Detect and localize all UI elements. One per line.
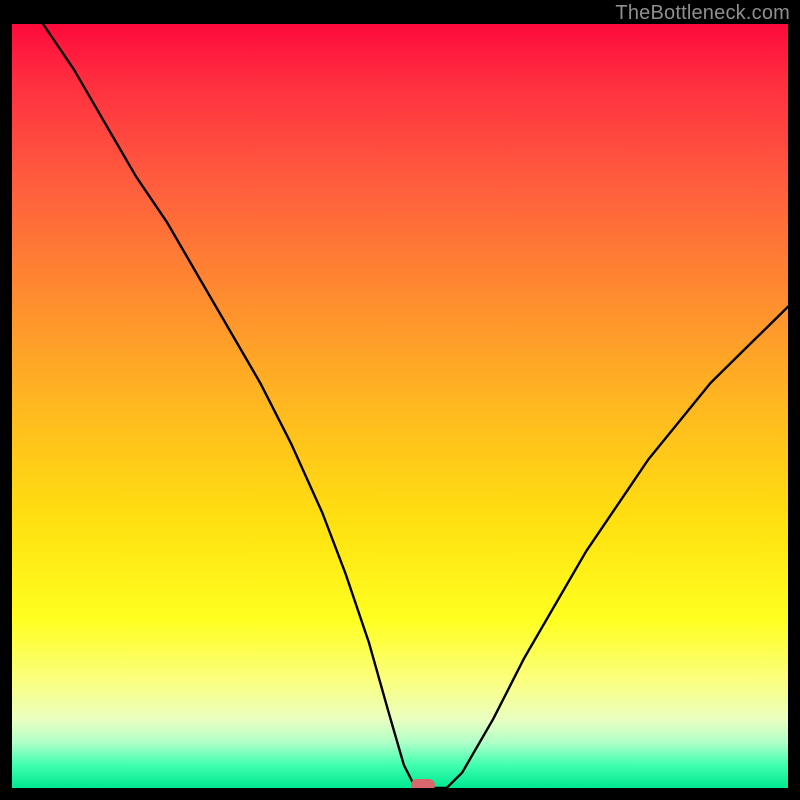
bottleneck-curve xyxy=(12,24,788,788)
plot-area xyxy=(12,24,788,788)
watermark-text: TheBottleneck.com xyxy=(615,2,790,25)
optimal-point-marker xyxy=(411,779,435,788)
chart-frame: TheBottleneck.com xyxy=(0,0,800,800)
